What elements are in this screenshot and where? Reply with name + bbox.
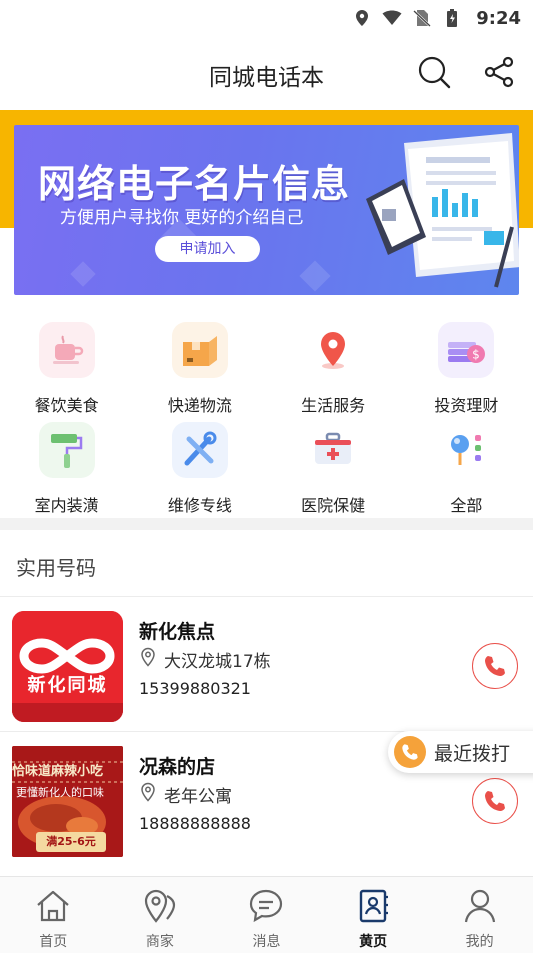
bottom-nav: 首页 商家 消息 黄页 我的	[0, 876, 533, 953]
nav-label: 首页	[39, 934, 68, 950]
banner-decoration	[70, 261, 96, 287]
svg-text:$: $	[473, 348, 481, 362]
category-grid: 餐饮美食 快递物流 生活服务 $ 投资理财 室内装潢 维修专线 医院保健 全部	[0, 318, 533, 518]
shop-address: 大汉龙城17栋	[164, 652, 271, 672]
chat-bubble-icon	[246, 886, 286, 926]
call-button[interactable]	[472, 643, 518, 689]
section-divider	[0, 518, 533, 530]
category-label: 快递物流	[167, 396, 232, 415]
document-illustration	[366, 133, 519, 288]
category-hospital[interactable]: 医院保健	[267, 418, 400, 518]
page-title: 同城电话本	[209, 65, 324, 91]
shop-thumbnail-text: 恰味道麻辣小吃	[12, 764, 104, 779]
banner-decoration	[299, 260, 331, 292]
category-decoration[interactable]: 室内装潢	[0, 418, 133, 518]
status-time: 9:24	[476, 7, 521, 29]
person-icon	[460, 886, 500, 926]
nav-item-yellow-pages[interactable]: 黄页	[320, 877, 427, 953]
contacts-book-icon	[353, 886, 393, 926]
shop-thumbnail-text: 更懂新化人的口味	[16, 786, 104, 799]
shop-name: 况森的店	[139, 756, 216, 778]
category-label: 生活服务	[301, 396, 366, 415]
wifi-icon	[382, 10, 402, 25]
call-button[interactable]	[472, 778, 518, 824]
no-sim-icon	[413, 10, 432, 27]
shop-thumbnail: 恰味道麻辣小吃 更懂新化人的口味 满25-6元	[12, 746, 123, 857]
search-button[interactable]	[416, 54, 452, 90]
shop-name: 新化焦点	[139, 621, 216, 643]
location-icon	[356, 10, 369, 26]
share-icon	[484, 56, 514, 88]
location-pin-icon	[141, 782, 155, 802]
category-label: 医院保健	[301, 496, 366, 515]
all-grid-icon	[438, 422, 495, 478]
nav-item-profile[interactable]: 我的	[426, 877, 533, 953]
nav-item-merchants[interactable]: 商家	[107, 877, 214, 953]
category-repair[interactable]: 维修专线	[133, 418, 266, 518]
phone-icon	[485, 656, 505, 676]
recent-dial-button[interactable]: 最近拨打	[388, 731, 533, 773]
app-header: 同城电话本	[0, 36, 533, 110]
tools-icon	[171, 422, 228, 478]
banner-subtitle: 方便用户寻找你 更好的介绍自己	[60, 208, 304, 228]
nav-item-home[interactable]: 首页	[0, 877, 107, 953]
home-icon	[33, 886, 73, 926]
nav-label: 商家	[145, 934, 174, 950]
shop-address: 老年公寓	[164, 787, 232, 807]
location-pins-icon	[140, 886, 180, 926]
category-food[interactable]: 餐饮美食	[0, 318, 133, 418]
medical-kit-icon	[305, 422, 362, 478]
banner-title: 网络电子名片信息	[38, 162, 351, 206]
shop-thumbnail: 新化同城	[12, 611, 123, 722]
category-label: 全部	[450, 496, 483, 515]
category-life-service[interactable]: 生活服务	[267, 318, 400, 418]
category-label: 室内装潢	[34, 496, 99, 515]
package-box-icon	[171, 322, 228, 378]
status-bar: 9:24	[0, 0, 533, 36]
nav-label: 黄页	[359, 934, 388, 950]
nav-label: 我的	[465, 934, 494, 950]
search-icon	[418, 56, 451, 89]
recent-dial-label: 最近拨打	[434, 742, 511, 765]
category-finance[interactable]: $ 投资理财	[400, 318, 533, 418]
paint-roller-icon	[38, 422, 95, 478]
category-label: 投资理财	[434, 396, 499, 415]
phone-icon	[485, 791, 505, 811]
nav-label: 消息	[252, 934, 281, 950]
nav-item-messages[interactable]: 消息	[213, 877, 320, 953]
discount-badge: 满25-6元	[36, 832, 106, 852]
share-button[interactable]	[481, 54, 517, 90]
location-pin-icon	[141, 647, 155, 667]
list-item[interactable]: 新化同城 新化焦点 大汉龙城17栋 15399880321	[0, 597, 533, 731]
battery-icon	[447, 9, 458, 27]
category-label: 维修专线	[167, 496, 232, 515]
phone-icon	[394, 736, 426, 768]
coffee-cup-icon	[38, 322, 95, 378]
shop-thumbnail-text: 新化同城	[27, 675, 108, 696]
shop-phone: 15399880321	[139, 679, 251, 698]
promo-banner[interactable]: 网络电子名片信息 方便用户寻找你 更好的介绍自己 申请加入	[14, 125, 519, 295]
money-stack-icon: $	[438, 322, 495, 378]
category-label: 餐饮美食	[34, 396, 99, 415]
apply-join-button[interactable]: 申请加入	[155, 236, 260, 262]
section-title: 实用号码	[16, 556, 96, 580]
map-pin-icon	[305, 322, 362, 378]
category-all[interactable]: 全部	[400, 418, 533, 518]
category-express[interactable]: 快递物流	[133, 318, 266, 418]
shop-phone: 18888888888	[139, 814, 251, 833]
